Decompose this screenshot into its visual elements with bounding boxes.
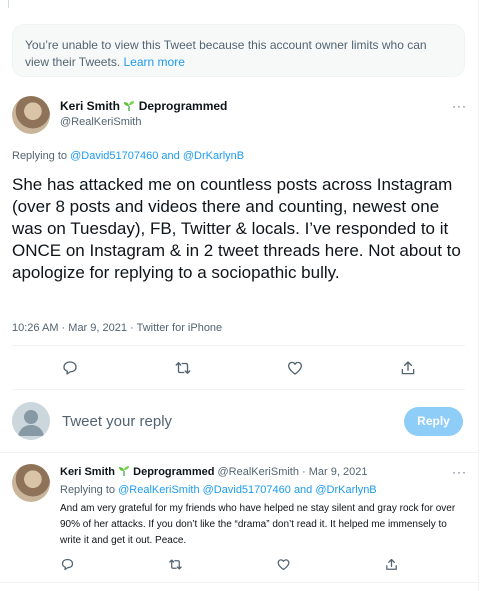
reply-user-link[interactable]: @DrKarlynB [183, 150, 244, 162]
seedling-icon [123, 100, 135, 112]
like-icon[interactable] [286, 359, 304, 377]
author-name-line[interactable]: Keri Smith Deprogrammed [60, 99, 227, 113]
author-name-line[interactable]: Keri Smith Deprogrammed @RealKeriSmith ·… [60, 465, 367, 478]
author-name-suffix: Deprogrammed [138, 99, 228, 113]
author-name-suffix: Deprogrammed [133, 466, 215, 478]
and-label: and [293, 484, 313, 496]
tweet-date[interactable]: Mar 9, 2021 [68, 322, 127, 334]
like-icon[interactable] [276, 557, 291, 572]
divider [12, 345, 465, 346]
reply-user-link[interactable]: @DrKarlynB [315, 484, 376, 496]
share-icon[interactable] [399, 359, 417, 377]
reply-user-link[interactable]: @David51707460 [70, 150, 158, 162]
tweet-time[interactable]: 10:26 AM [12, 322, 58, 334]
reply-compose-input[interactable]: Tweet your reply [62, 413, 172, 430]
more-icon[interactable]: ··· [452, 99, 467, 113]
replying-to-line: Replying to @David51707460 and @DrKarlyn… [12, 150, 244, 162]
replying-to-line: Replying to @RealKeriSmith @David5170746… [60, 484, 377, 496]
author-avatar[interactable] [12, 96, 50, 134]
retweet-icon[interactable] [168, 557, 183, 572]
tweet-text: And am very grateful for my friends who … [60, 503, 456, 546]
protected-tweet-notice: You’re unable to view this Tweet because… [12, 24, 465, 77]
learn-more-link[interactable]: Learn more [124, 55, 185, 69]
thread-connector-line [8, 0, 9, 8]
timeline-right-border [478, 0, 479, 591]
retweet-icon[interactable] [174, 359, 192, 377]
notice-text: You’re unable to view this Tweet because… [25, 38, 427, 69]
share-icon[interactable] [384, 557, 399, 572]
tweet-date[interactable]: Mar 9, 2021 [309, 466, 368, 478]
author-name[interactable]: Keri Smith [60, 99, 120, 113]
reply-user-link[interactable]: @David51707460 [203, 484, 291, 496]
reply-icon[interactable] [60, 557, 75, 572]
divider [12, 389, 465, 390]
reply-button[interactable]: Reply [404, 407, 463, 436]
reply-icon[interactable] [61, 359, 79, 377]
tweet-meta: 10:26 AM · Mar 9, 2021 · Twitter for iPh… [12, 322, 223, 334]
author-handle[interactable]: @RealKeriSmith [218, 466, 299, 478]
divider [0, 452, 479, 453]
and-label: and [161, 150, 180, 162]
tweet-text: She has attacked me on countless posts a… [12, 175, 461, 282]
seedling-icon [118, 465, 130, 477]
divider [0, 582, 479, 583]
author-avatar[interactable] [12, 464, 50, 502]
more-icon[interactable]: ··· [452, 465, 467, 479]
tweet-source[interactable]: Twitter for iPhone [137, 322, 223, 334]
replying-to-label: Replying to [60, 484, 116, 496]
reply-user-link[interactable]: @RealKeriSmith [118, 484, 199, 496]
replying-to-label: Replying to [12, 150, 68, 162]
author-handle[interactable]: @RealKeriSmith [60, 116, 141, 128]
current-user-avatar [12, 402, 50, 440]
author-name[interactable]: Keri Smith [60, 466, 115, 478]
